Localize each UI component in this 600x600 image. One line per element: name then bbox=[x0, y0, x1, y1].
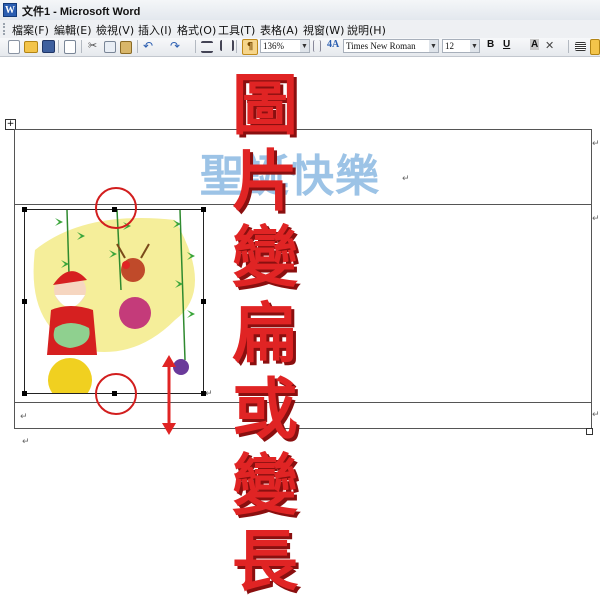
end-of-row-mark: ↵ bbox=[592, 410, 600, 420]
redo-icon[interactable]: ↷ bbox=[170, 39, 184, 53]
toolbar: ✂ ↶ ↷ ¶ 136% ▼ 4A Times New Roman ▼ 12 ▼ B … bbox=[0, 38, 600, 57]
bold-button[interactable]: B bbox=[487, 39, 494, 50]
annotation-char: 圖 bbox=[232, 67, 298, 144]
toolbar-separator bbox=[195, 40, 196, 53]
end-of-row-mark: ↵ bbox=[592, 139, 600, 149]
paragraph-mark: ↵ bbox=[205, 389, 213, 399]
underline-button[interactable]: U bbox=[503, 39, 510, 50]
menu-insert[interactable]: 插入(I) bbox=[138, 22, 172, 38]
toolbar-separator bbox=[58, 40, 59, 53]
word-doc-icon[interactable]: W bbox=[3, 3, 17, 17]
annotation-char: 變 bbox=[232, 447, 298, 524]
table-resize-handle-icon[interactable] bbox=[586, 428, 593, 435]
resize-handle-ne[interactable] bbox=[201, 207, 206, 212]
menu-view[interactable]: 檢視(V) bbox=[96, 22, 134, 38]
window-title: 文件1 - Microsoft Word bbox=[22, 6, 141, 18]
show-formatting-icon[interactable]: ¶ bbox=[242, 39, 258, 55]
double-arrow-icon bbox=[162, 355, 176, 435]
annotation-circle-top bbox=[95, 187, 137, 229]
copy-icon[interactable] bbox=[104, 41, 116, 53]
character-shading-button[interactable]: A bbox=[530, 39, 540, 50]
toolbar-options-icon[interactable] bbox=[313, 40, 321, 52]
save-icon[interactable] bbox=[42, 40, 55, 53]
annotation-circle-bottom bbox=[95, 373, 137, 415]
annotation-char: 片 bbox=[232, 143, 298, 220]
zoom-value: 136% bbox=[263, 41, 284, 51]
annotation-char: 扁 bbox=[232, 295, 298, 372]
annotation-char: 長 bbox=[232, 523, 298, 600]
menu-edit[interactable]: 編輯(E) bbox=[54, 22, 92, 38]
annotation-text: 圖 片 變 扁 或 變 長 bbox=[230, 68, 300, 600]
end-of-row-mark: ↵ bbox=[592, 214, 600, 224]
menu-window[interactable]: 視窗(W) bbox=[303, 22, 344, 38]
resize-handle-nw[interactable] bbox=[22, 207, 27, 212]
menu-grip-handle[interactable] bbox=[3, 23, 8, 35]
toolbar-separator bbox=[236, 40, 237, 53]
annotation-char: 變 bbox=[232, 219, 298, 296]
paragraph-mark: ↵ bbox=[20, 412, 28, 422]
font-name-value: Times New Roman bbox=[346, 41, 416, 51]
print-preview-icon[interactable] bbox=[64, 40, 76, 54]
chevron-down-icon[interactable]: ▼ bbox=[429, 40, 438, 52]
annotation-char: 或 bbox=[232, 371, 298, 448]
paste-icon[interactable] bbox=[120, 41, 132, 54]
insert-table-icon[interactable] bbox=[201, 41, 213, 53]
cut-icon[interactable]: ✂ bbox=[88, 39, 100, 53]
menu-format[interactable]: 格式(O) bbox=[177, 22, 216, 38]
chevron-down-icon[interactable]: ▼ bbox=[470, 40, 479, 52]
columns-icon[interactable] bbox=[220, 40, 234, 51]
open-folder-icon[interactable] bbox=[24, 41, 38, 53]
menu-table[interactable]: 表格(A) bbox=[260, 22, 298, 38]
character-scaling-icon[interactable]: ✕ bbox=[545, 39, 559, 53]
chevron-down-icon[interactable]: ▼ bbox=[300, 40, 309, 52]
toolbar-separator bbox=[81, 40, 82, 53]
paragraph-mark: ↵ bbox=[22, 437, 30, 447]
font-size-select[interactable]: 12 ▼ bbox=[442, 39, 480, 53]
resize-handle-w[interactable] bbox=[22, 299, 27, 304]
toolbar-separator bbox=[137, 40, 138, 53]
zoom-select[interactable]: 136% ▼ bbox=[260, 39, 310, 53]
menu-tools[interactable]: 工具(T) bbox=[218, 22, 255, 38]
font-size-value: 12 bbox=[445, 41, 454, 51]
font-name-select[interactable]: Times New Roman ▼ bbox=[343, 39, 439, 53]
resize-handle-sw[interactable] bbox=[22, 391, 27, 396]
distribute-icon[interactable] bbox=[590, 39, 600, 55]
toolbar-separator bbox=[568, 40, 569, 53]
resize-handle-e[interactable] bbox=[201, 299, 206, 304]
align-justify-icon[interactable] bbox=[575, 42, 586, 51]
menu-bar: 檔案(F) 編輯(E) 檢視(V) 插入(I) 格式(O) 工具(T) 表格(A… bbox=[0, 20, 600, 39]
resize-handle-se[interactable] bbox=[201, 391, 206, 396]
paragraph-mark: ↵ bbox=[402, 174, 410, 184]
title-bar: W 文件1 - Microsoft Word bbox=[0, 0, 600, 21]
menu-help[interactable]: 說明(H) bbox=[347, 22, 386, 38]
menu-file[interactable]: 檔案(F) bbox=[12, 22, 49, 38]
styles-formatting-icon[interactable]: 4A bbox=[327, 39, 341, 53]
new-document-icon[interactable] bbox=[8, 40, 20, 54]
undo-icon[interactable]: ↶ bbox=[143, 39, 157, 53]
